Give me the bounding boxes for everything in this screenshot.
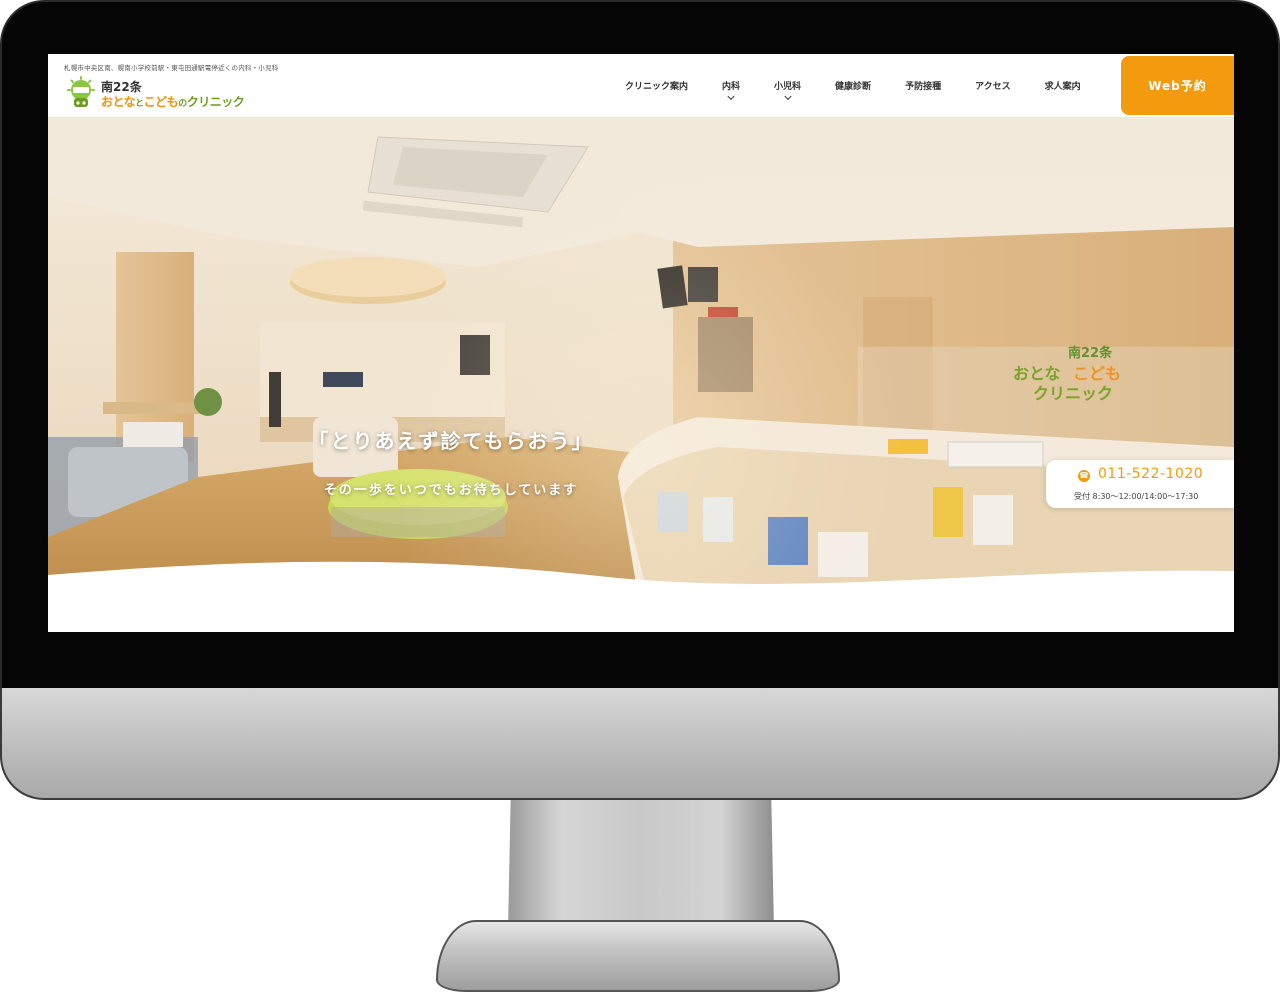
nav-label: 求人案内 [1044,82,1081,92]
logo-text-main: おとなとこどものクリニック [101,93,245,110]
phone-number[interactable]: 011-522-1020 [1098,466,1203,482]
site-logo[interactable]: 南22条 おとなとこどものクリニック [64,76,264,112]
nav-health-checkup[interactable]: 健康診断 [818,54,888,117]
nav-recruit[interactable]: 求人案内 [1028,54,1098,117]
site-header: 札幌市中央区南、幌南小学校前駅・東屯田通駅電停近くの内科・小児科 南22条 おと… [48,54,1234,117]
logo-text-otona: おとな [101,95,136,109]
chevron-down-icon [727,92,735,101]
nav-label: 予防接種 [905,82,942,92]
nav-label: 小児科 [774,82,802,92]
phone-contact-card[interactable]: ☎ 011-522-1020 受付 8:30〜12:00/14:00〜17:30 [1046,460,1234,508]
hero-wave-divider [48,561,1234,595]
nav-label: アクセス [975,82,1011,92]
site-tagline: 札幌市中央区南、幌南小学校前駅・東屯田通駅電停近くの内科・小児科 [64,64,279,72]
nav-access[interactable]: アクセス [958,54,1028,117]
logo-text-to: と [135,99,144,109]
nav-vaccination[interactable]: 予防接種 [888,54,958,117]
logo-text-clinic: クリニック [186,95,245,109]
clinic-photo: 南22条 おとな こども クリニック [48,117,1234,595]
nav-internal-medicine[interactable]: 内科 [705,54,757,117]
reception-hours: 受付 8:30〜12:00/14:00〜17:30 [1074,492,1199,501]
hero-subtitle: その一歩をいつでもお待ちしています [323,483,579,498]
hero-title: 「とりあえず診てもらおう」 [308,429,594,453]
sun-logo-icon [67,76,95,107]
monitor-chin [0,688,1280,800]
chevron-down-icon [783,92,792,101]
logo-text-kodomo: こども [143,95,179,109]
monitor-stand-neck [508,800,774,930]
nav-label: 内科 [722,82,741,92]
nav-label: クリニック案内 [625,82,689,92]
web-reservation-button[interactable]: Web予約 [1121,56,1234,115]
hero-section: 南22条 おとな こども クリニック 「とりあえず診てもらおう」 その一歩をいつ… [48,117,1234,595]
main-nav: クリニック案内 内科 小児科 健康診断 予防接種 アクセス 求人案内 [608,54,1098,117]
nav-pediatrics[interactable]: 小児科 [757,54,818,117]
website-screen: 札幌市中央区南、幌南小学校前駅・東屯田通駅電停近くの内科・小児科 南22条 おと… [48,54,1234,632]
logo-text-no: の [178,99,187,109]
monitor-frame: 札幌市中央区南、幌南小学校前駅・東屯田通駅電停近くの内科・小児科 南22条 おと… [0,0,1280,995]
nav-label: 健康診断 [835,82,872,92]
phone-icon: ☎ [1078,470,1090,482]
nav-clinic-info[interactable]: クリニック案内 [608,54,705,117]
monitor-stand-base [436,920,840,992]
